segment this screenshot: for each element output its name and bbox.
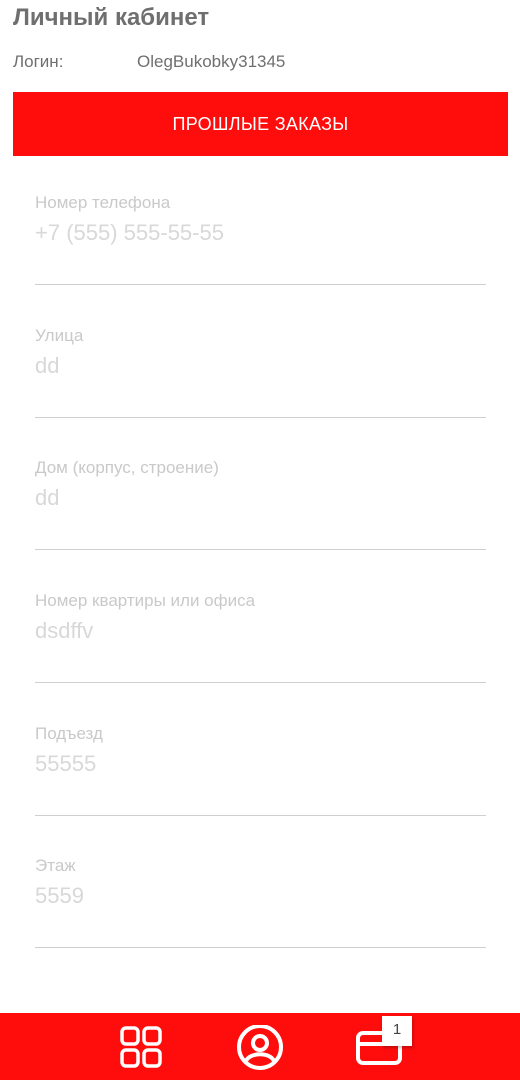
phone-field-label: Номер телефона [35, 193, 171, 212]
floor-input[interactable]: 5559 [35, 883, 486, 909]
house-field-label: Дом (корпус, строение) [35, 458, 219, 477]
street-field[interactable]: Улица dd [35, 326, 486, 418]
login-value: OlegBukobky31345 [137, 52, 286, 71]
grid-icon[interactable] [117, 1025, 167, 1071]
entrance-field-label: Подъезд [35, 724, 103, 743]
house-field[interactable]: Дом (корпус, строение) dd [35, 458, 486, 550]
apartment-input[interactable]: dsdffv [35, 618, 486, 644]
login-label: Логин: [13, 52, 64, 71]
street-input[interactable]: dd [35, 353, 486, 379]
street-field-label: Улица [35, 326, 84, 345]
house-input[interactable]: dd [35, 485, 486, 511]
page-title: Личный кабинет [13, 4, 210, 31]
cart-count-badge: 1 [382, 1016, 412, 1046]
account-page: Личный кабинет Логин: OlegBukobky31345 П… [0, 0, 520, 1080]
phone-input[interactable]: +7 (555) 555-55-55 [35, 220, 486, 246]
phone-field[interactable]: Номер телефона +7 (555) 555-55-55 [35, 193, 486, 285]
entrance-field[interactable]: Подъезд 55555 [35, 724, 486, 816]
entrance-input[interactable]: 55555 [35, 751, 486, 777]
bottom-nav-bar [0, 1013, 520, 1080]
apartment-field-label: Номер квартиры или офиса [35, 591, 256, 610]
apartment-field[interactable]: Номер квартиры или офиса dsdffv [35, 591, 486, 683]
floor-field-label: Этаж [35, 856, 76, 875]
floor-field[interactable]: Этаж 5559 [35, 856, 486, 948]
profile-icon[interactable] [235, 1024, 285, 1071]
past-orders-button[interactable]: ПРОШЛЫЕ ЗАКАЗЫ [13, 92, 508, 156]
